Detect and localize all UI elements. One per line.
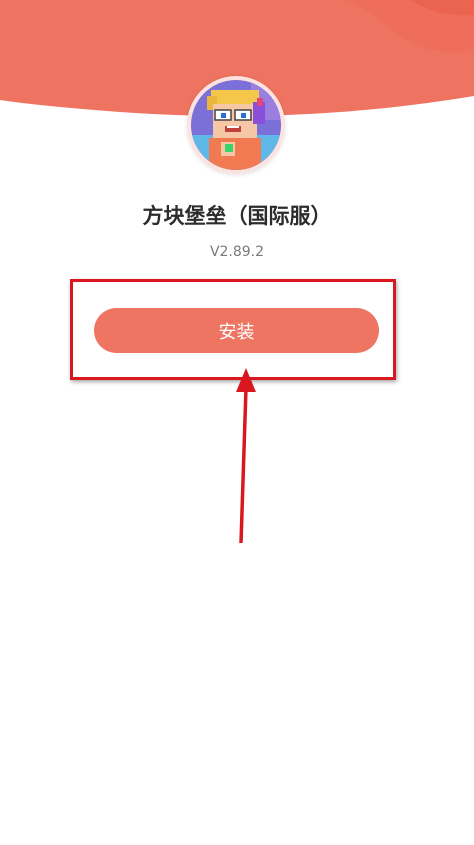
app-name: 方块堡垒（国际服） xyxy=(142,204,332,228)
highlight-box xyxy=(70,279,396,380)
app-icon xyxy=(187,76,285,174)
blockman-avatar-icon xyxy=(191,80,281,170)
app-version: V2.89.2 xyxy=(209,244,265,260)
app-install-screen: 方块堡垒（国际服） V2.89.2 安装 xyxy=(0,0,474,845)
